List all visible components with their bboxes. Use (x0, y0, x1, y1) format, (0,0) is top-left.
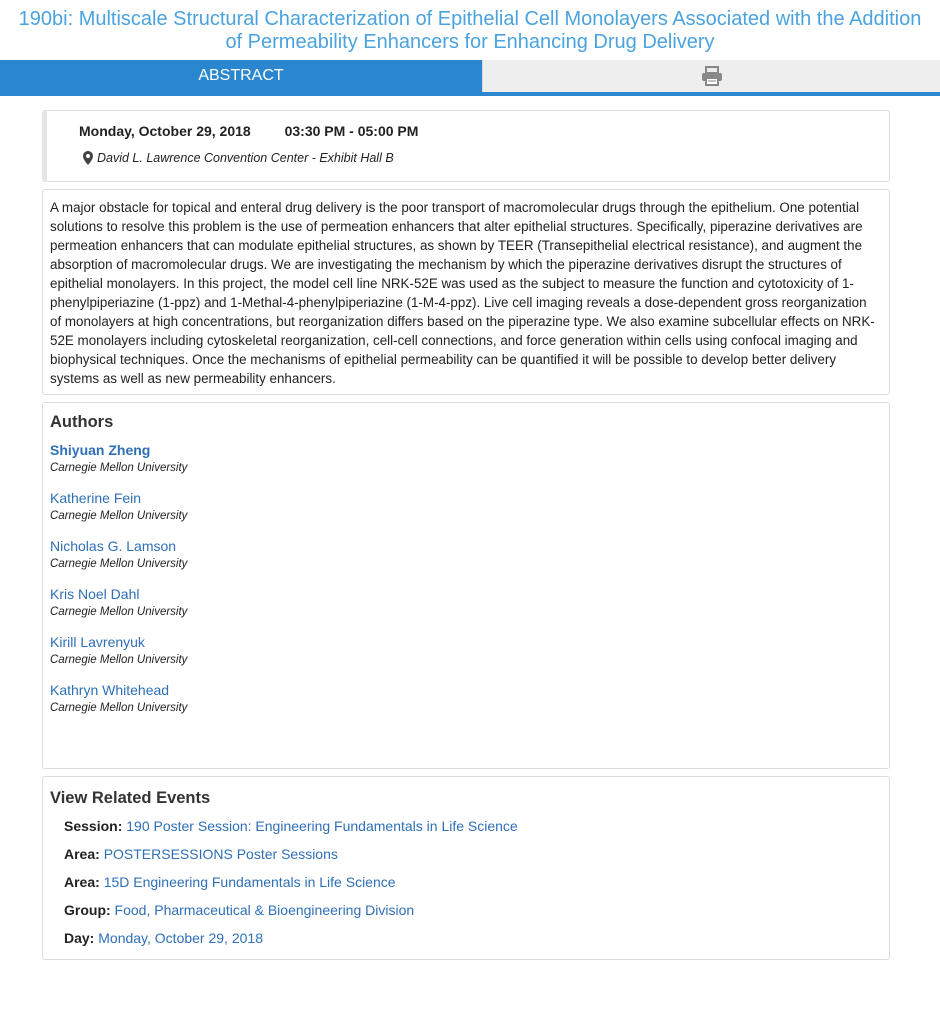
related-event-link[interactable]: Monday, October 29, 2018 (98, 930, 263, 946)
related-event-label: Group: (64, 902, 111, 918)
page-title: 190bi: Multiscale Structural Characteriz… (18, 8, 922, 53)
related-event-row: Group: Food, Pharmaceutical & Bioenginee… (64, 896, 881, 924)
related-list: Session: 190 Poster Session: Engineering… (50, 812, 881, 952)
related-event-link[interactable]: 190 Poster Session: Engineering Fundamen… (126, 818, 517, 834)
author-item: Kathryn Whitehead Carnegie Mellon Univers… (50, 682, 881, 714)
map-marker-icon (83, 151, 93, 165)
related-event-row: Day: Monday, October 29, 2018 (64, 924, 881, 952)
tab-abstract[interactable]: ABSTRACT (0, 60, 482, 92)
author-item: Kirill Lavrenyuk Carnegie Mellon Universi… (50, 634, 881, 666)
abstract-panel: A major obstacle for topical and enteral… (42, 189, 890, 395)
author-affiliation: Carnegie Mellon University (50, 702, 188, 714)
author-item: Shiyuan Zheng Carnegie Mellon University (50, 442, 881, 474)
author-item: Nicholas G. Lamson Carnegie Mellon Univer… (50, 538, 881, 570)
related-event-label: Session: (64, 818, 123, 834)
authors-list: Shiyuan Zheng Carnegie Mellon University K… (50, 442, 881, 714)
tab-bar: ABSTRACT (0, 60, 940, 96)
abstract-text: A major obstacle for topical and enteral… (50, 200, 875, 386)
authors-panel: Authors Shiyuan Zheng Carnegie Mellon Uni… (42, 402, 890, 769)
author-name-link[interactable]: Nicholas G. Lamson (50, 538, 881, 554)
related-event-label: Area: (64, 874, 100, 890)
related-event-link[interactable]: POSTERSESSIONS Poster Sessions (104, 846, 338, 862)
related-event-label: Area: (64, 846, 100, 862)
session-time: 03:30 PM - 05:00 PM (284, 123, 419, 139)
print-button[interactable] (482, 60, 940, 92)
related-heading: View Related Events (50, 789, 211, 807)
authors-heading: Authors (50, 413, 114, 431)
author-affiliation: Carnegie Mellon University (50, 606, 188, 618)
author-name-link[interactable]: Shiyuan Zheng (50, 442, 881, 458)
printer-icon (701, 66, 722, 86)
author-item: Kris Noel Dahl Carnegie Mellon University (50, 586, 881, 618)
author-item: Katherine Fein Carnegie Mellon University (50, 490, 881, 522)
author-name-link[interactable]: Kirill Lavrenyuk (50, 634, 881, 650)
author-name-link[interactable]: Katherine Fein (50, 490, 881, 506)
related-events-panel: View Related Events Session: 190 Poster … (42, 776, 890, 960)
author-name-link[interactable]: Kris Noel Dahl (50, 586, 881, 602)
tab-underline (0, 92, 940, 96)
author-affiliation: Carnegie Mellon University (50, 558, 188, 570)
session-location: David L. Lawrence Convention Center - Ex… (83, 151, 394, 165)
related-event-label: Day: (64, 930, 95, 946)
author-affiliation: Carnegie Mellon University (50, 462, 188, 474)
session-date: Monday, October 29, 2018 (79, 123, 251, 139)
location-text: David L. Lawrence Convention Center - Ex… (97, 151, 394, 165)
author-name-link[interactable]: Kathryn Whitehead (50, 682, 881, 698)
author-affiliation: Carnegie Mellon University (50, 654, 188, 666)
related-event-row: Area: 15D Engineering Fundamentals in Li… (64, 868, 881, 896)
session-time-panel: Monday, October 29, 2018 03:30 PM - 05:0… (42, 110, 890, 182)
related-event-link[interactable]: Food, Pharmaceutical & Bioengineering Di… (115, 902, 415, 918)
related-event-row: Session: 190 Poster Session: Engineering… (64, 812, 881, 840)
related-event-row: Area: POSTERSESSIONS Poster Sessions (64, 840, 881, 868)
author-affiliation: Carnegie Mellon University (50, 510, 188, 522)
related-event-link[interactable]: 15D Engineering Fundamentals in Life Sci… (104, 874, 396, 890)
